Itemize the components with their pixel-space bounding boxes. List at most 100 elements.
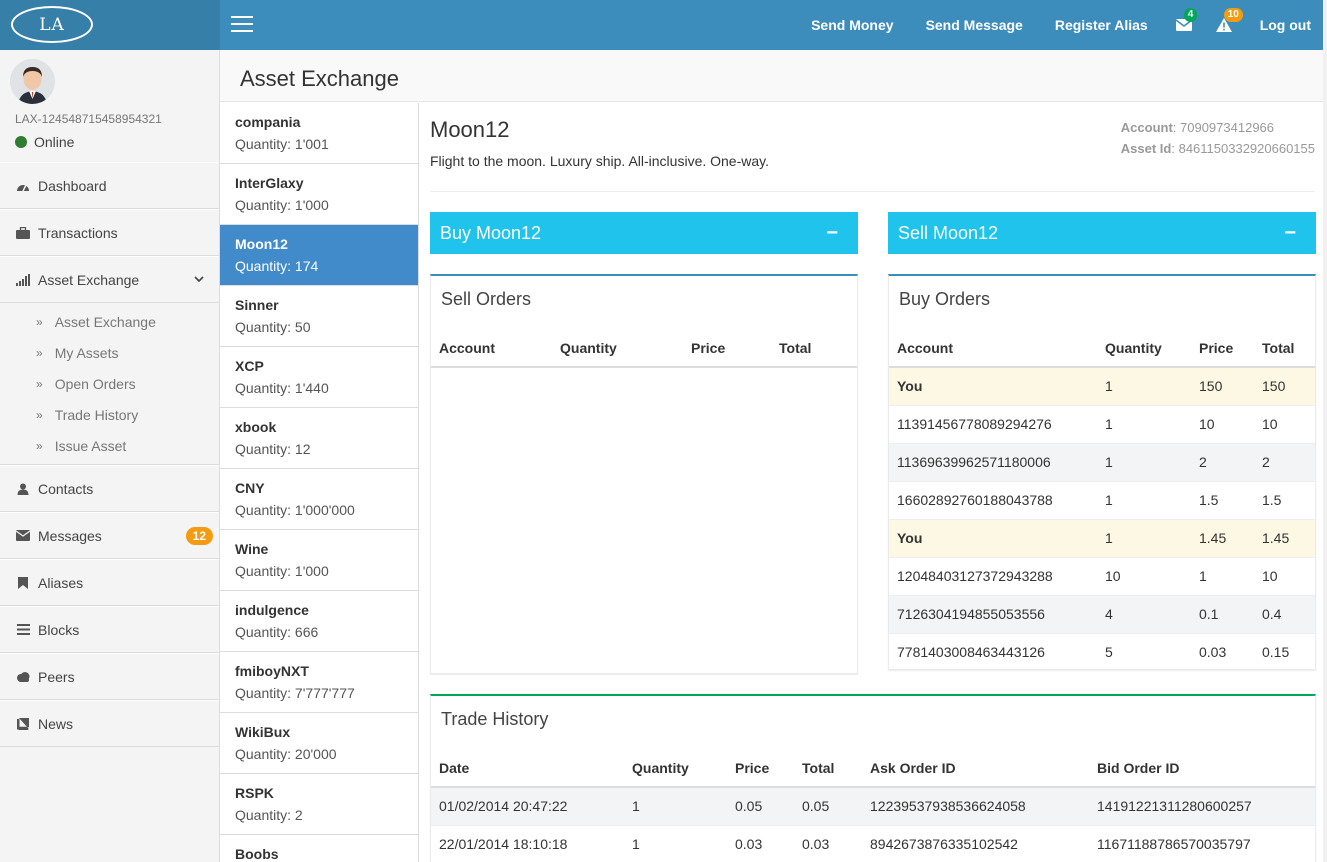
- trade-history-box: Trade History Date Quantity Price Total …: [430, 694, 1316, 862]
- cell: 7781403008463443126: [889, 632, 1097, 671]
- table-row[interactable]: 22/01/2014 18:10:18 1 0.03 0.03 894267387633…: [431, 824, 1315, 862]
- column-header[interactable]: Quantity: [624, 749, 727, 788]
- sidebar-item-dashboard[interactable]: Dashboard: [0, 162, 219, 209]
- sidebar-item-blocks[interactable]: Blocks: [0, 606, 219, 653]
- cell: 1.45: [1191, 518, 1254, 557]
- logo[interactable]: LA: [11, 6, 93, 43]
- table-row[interactable]: 11369639962571180006 1 2 2: [889, 442, 1315, 481]
- asset-name: Boobs: [235, 846, 279, 862]
- asset-name: CNY: [235, 480, 265, 496]
- submenu-my-assets[interactable]: » My Assets: [0, 337, 219, 368]
- asset-item[interactable]: xbook Quantity: 12: [220, 408, 418, 469]
- asset-quantity: Quantity: 7'777'777: [235, 685, 355, 701]
- asset-item[interactable]: RSPK Quantity: 2: [220, 774, 418, 835]
- cell: 22/01/2014 18:10:18: [431, 824, 624, 862]
- sidebar-item-peers[interactable]: Peers: [0, 653, 219, 700]
- asset-exchange-submenu: » Asset Exchange » My Assets » Open Orders …: [0, 303, 219, 465]
- column-header[interactable]: Quantity: [1097, 329, 1191, 368]
- cell: 2: [1254, 442, 1315, 481]
- collapse-icon[interactable]: −: [826, 222, 838, 245]
- asset-item[interactable]: indulgence Quantity: 666: [220, 591, 418, 652]
- submenu-label: Open Orders: [54, 375, 136, 392]
- asset-meta: Account: 7090973412966 Asset Id: 8461150…: [1120, 120, 1315, 156]
- double-chevron-right-icon: »: [36, 438, 43, 453]
- column-header[interactable]: Total: [794, 749, 862, 788]
- cell: 8942673876335102542: [862, 824, 1089, 862]
- double-chevron-right-icon: »: [36, 376, 43, 391]
- sidebar-item-contacts[interactable]: Contacts: [0, 465, 219, 512]
- register-alias-link[interactable]: Register Alias: [1039, 0, 1164, 50]
- sidebar-item-transactions[interactable]: Transactions: [0, 209, 219, 256]
- column-header[interactable]: Price: [727, 749, 794, 788]
- asset-item[interactable]: Wine Quantity: 1'000: [220, 530, 418, 591]
- cell: 0.4: [1254, 594, 1315, 633]
- sidebar-item-asset-exchange[interactable]: Asset Exchange: [0, 256, 219, 303]
- sidebar-item-label: Aliases: [38, 574, 84, 591]
- sidebar-item-messages[interactable]: Messages 12: [0, 512, 219, 559]
- asset-item[interactable]: WikiBux Quantity: 20'000: [220, 713, 418, 774]
- column-header[interactable]: Date: [431, 749, 624, 788]
- sidebar-item-news[interactable]: News: [0, 700, 219, 747]
- column-header[interactable]: Total: [771, 329, 857, 368]
- cell: 1: [1097, 518, 1191, 557]
- sidebar-toggle-button[interactable]: [231, 16, 253, 34]
- asset-item[interactable]: XCP Quantity: 1'440: [220, 347, 418, 408]
- logout-link[interactable]: Log out: [1244, 0, 1327, 50]
- divider: [430, 191, 1315, 192]
- account-label: Account: [1120, 120, 1173, 135]
- column-header[interactable]: Total: [1254, 329, 1315, 368]
- buy-asset-button[interactable]: Buy Moon12 −: [430, 212, 858, 254]
- asset-item[interactable]: Sinner Quantity: 50: [220, 286, 418, 347]
- table-row[interactable]: 11391456778089294276 1 10 10: [889, 404, 1315, 443]
- asset-title: Moon12: [430, 117, 510, 142]
- column-header[interactable]: Ask Order ID: [862, 749, 1089, 788]
- cell: 0.05: [727, 786, 794, 825]
- send-money-link[interactable]: Send Money: [795, 0, 909, 50]
- collapse-icon[interactable]: −: [1284, 222, 1296, 245]
- sell-asset-button[interactable]: Sell Moon12 −: [888, 212, 1316, 254]
- submenu-issue-asset[interactable]: » Issue Asset: [0, 430, 219, 461]
- send-message-link[interactable]: Send Message: [910, 0, 1039, 50]
- alerts-count-badge: 10: [1223, 8, 1243, 22]
- messages-dropdown[interactable]: 4: [1164, 0, 1204, 50]
- table-row[interactable]: You 1 150 150: [889, 366, 1315, 405]
- page-scrollbar[interactable]: [1323, 0, 1327, 862]
- asset-item-selected[interactable]: Moon12 Quantity: 174: [220, 225, 418, 286]
- sidebar-item-aliases[interactable]: Aliases: [0, 559, 219, 606]
- submenu-trade-history[interactable]: » Trade History: [0, 399, 219, 430]
- buy-orders-table: Account Quantity Price Total You 1 150 150 …: [889, 329, 1315, 671]
- column-header[interactable]: Price: [683, 329, 771, 368]
- column-header[interactable]: Bid Order ID: [1089, 749, 1315, 788]
- double-chevron-right-icon: »: [36, 314, 43, 329]
- submenu-open-orders[interactable]: » Open Orders: [0, 368, 219, 399]
- alerts-dropdown[interactable]: 10: [1204, 0, 1244, 50]
- column-header[interactable]: Price: [1191, 329, 1254, 368]
- table-row[interactable]: 16602892760188043788 1 1.5 1.5: [889, 480, 1315, 519]
- cell: 150: [1191, 366, 1254, 405]
- page-title: Asset Exchange: [240, 66, 399, 91]
- submenu-asset-exchange[interactable]: » Asset Exchange: [0, 306, 219, 337]
- sell-orders-table: Account Quantity Price Total: [431, 329, 857, 368]
- asset-name: RSPK: [235, 785, 274, 801]
- cell: 0.05: [794, 786, 862, 825]
- logo-area[interactable]: LA: [0, 0, 220, 50]
- asset-id-value: 8461150332920660155: [1178, 141, 1315, 156]
- asset-item[interactable]: CNY Quantity: 1'000'000: [220, 469, 418, 530]
- sell-button-label: Sell Moon12: [898, 222, 999, 243]
- table-row[interactable]: You 1 1.45 1.45: [889, 518, 1315, 557]
- cell: 0.03: [727, 824, 794, 862]
- asset-item[interactable]: compania Quantity: 1'001: [220, 103, 418, 164]
- asset-item[interactable]: InterGlaxy Quantity: 1'000: [220, 164, 418, 225]
- column-header[interactable]: Account: [431, 329, 552, 368]
- column-header[interactable]: Quantity: [552, 329, 683, 368]
- buy-orders-box: Buy Orders Account Quantity Price Total …: [888, 274, 1316, 671]
- asset-item[interactable]: Boobs: [220, 835, 418, 862]
- table-row[interactable]: 01/02/2014 20:47:22 1 0.05 0.05 122395379385…: [431, 786, 1315, 825]
- cell: You: [889, 366, 1097, 405]
- table-row[interactable]: 7126304194855053556 4 0.1 0.4: [889, 594, 1315, 633]
- table-row[interactable]: 7781403008463443126 5 0.03 0.15: [889, 632, 1315, 671]
- asset-item[interactable]: fmiboyNXT Quantity: 7'777'777: [220, 652, 418, 713]
- column-header[interactable]: Account: [889, 329, 1097, 368]
- asset-quantity: Quantity: 12: [235, 441, 311, 457]
- table-row[interactable]: 12048403127372943288 10 1 10: [889, 556, 1315, 595]
